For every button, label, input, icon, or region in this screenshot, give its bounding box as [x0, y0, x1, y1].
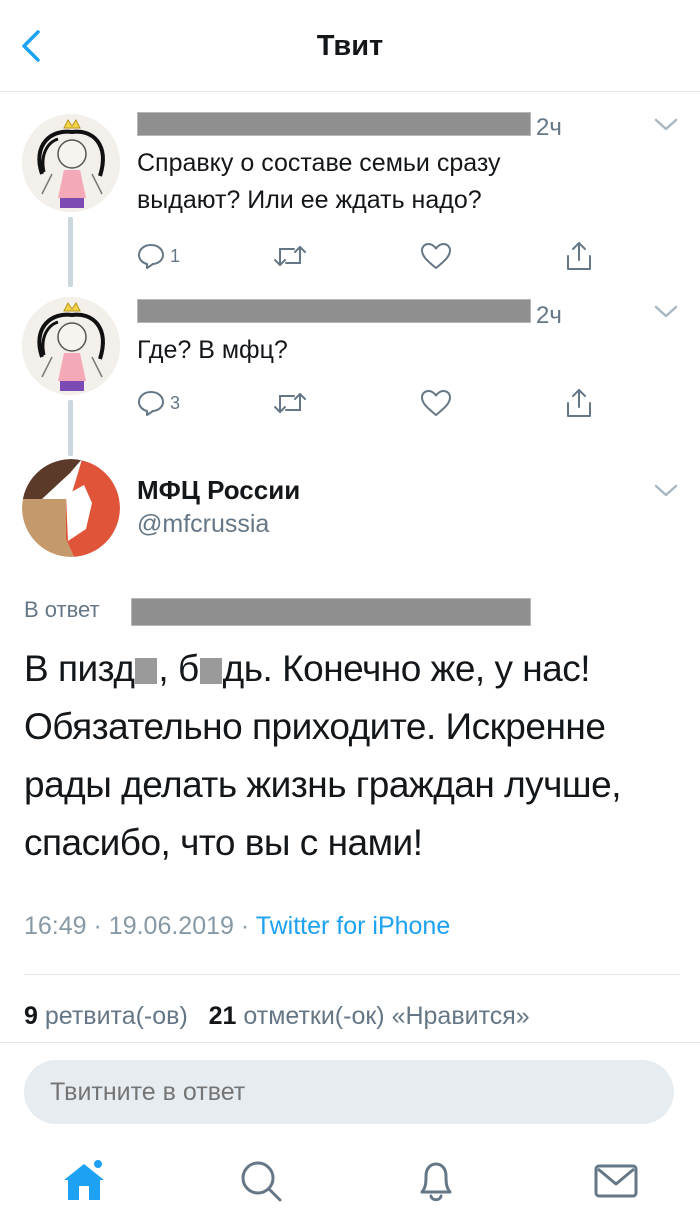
share-button[interactable] — [564, 236, 594, 276]
tweet-text-part: дь. Конечно же, у нас! — [222, 648, 591, 689]
like-button[interactable] — [420, 236, 452, 276]
thread-connector — [68, 400, 73, 456]
thread-connector — [68, 217, 73, 287]
tweet-time: 2ч — [536, 302, 562, 329]
tweet-date: 19.06.2019 — [108, 912, 234, 940]
tweet-text: В пизд , б дь. Конечно же, у нас! Обязател… — [24, 640, 684, 872]
divider — [0, 1042, 700, 1043]
user-handle[interactable]: @mfcrussia — [137, 510, 269, 539]
retweet-icon — [274, 246, 306, 266]
likes-label: отметки(-ок) «Нравится» — [243, 1002, 530, 1030]
tweet-time: 2ч — [536, 114, 562, 141]
reply-icon — [138, 244, 164, 269]
tweet-meta: 16:49 · 19.06.2019 · Twitter for iPhone — [24, 912, 450, 941]
tweet-text-part: В пизд — [24, 648, 135, 689]
top-bar: Твит — [0, 0, 700, 92]
tweet-time: 16:49 — [24, 912, 87, 940]
chevron-down-icon[interactable] — [652, 482, 680, 500]
reply-compose[interactable] — [24, 1060, 674, 1124]
tweet-actions: 1 — [136, 236, 606, 276]
redacted-username — [137, 299, 531, 323]
reply-button[interactable]: 1 — [136, 236, 180, 276]
retweets-count: 9 — [24, 1002, 38, 1030]
share-icon — [567, 242, 591, 270]
reply-count: 3 — [170, 392, 181, 413]
mfc-logo-icon — [22, 459, 120, 557]
tweet-text-part: , б — [158, 648, 199, 689]
likes-stat[interactable]: 21 отметки(-ок) «Нравится» — [209, 1002, 530, 1030]
redacted-username — [137, 112, 531, 136]
thread-tweet-1[interactable]: 2ч Справку о составе семьи сразу выдают?… — [0, 92, 700, 287]
org-avatar[interactable] — [22, 459, 120, 557]
censor-block — [199, 658, 222, 685]
client-link[interactable]: Twitter for iPhone — [256, 912, 451, 940]
tweet-actions: 3 — [136, 383, 606, 423]
heart-icon — [421, 243, 451, 269]
redacted-username[interactable] — [131, 598, 531, 626]
censor-block — [135, 658, 158, 685]
reply-button[interactable]: 3 — [136, 383, 180, 423]
reply-input[interactable] — [24, 1060, 674, 1124]
home-icon[interactable] — [60, 1156, 108, 1206]
search-icon[interactable] — [236, 1156, 284, 1206]
thread-tweet-2[interactable]: 2ч Где? В мфц? 3 — [0, 282, 700, 462]
avatar[interactable] — [22, 114, 120, 212]
replying-to-label: В ответ — [24, 597, 100, 622]
retweet-button[interactable] — [272, 383, 308, 423]
tweet-text: Справку о составе семьи сразу выдают? Ил… — [137, 149, 501, 214]
messages-icon[interactable] — [592, 1156, 640, 1206]
retweets-stat[interactable]: 9 ретвита(-ов) — [24, 1002, 188, 1030]
share-button[interactable] — [564, 383, 594, 423]
display-name[interactable]: МФЦ России — [137, 475, 300, 506]
likes-count: 21 — [208, 1002, 237, 1030]
tweet-stats: 9 ретвита(-ов) 21 отметки(-ок) «Нравится… — [24, 1002, 530, 1031]
retweet-button[interactable] — [272, 236, 308, 276]
avatar[interactable] — [22, 297, 120, 395]
reply-icon — [138, 391, 164, 416]
tab-bar — [0, 1130, 700, 1230]
like-button[interactable] — [420, 383, 452, 423]
tweet-text: Где? В мфц? — [137, 336, 288, 364]
tweet-text-part: Обязательно приходите. Искренне рады дел… — [24, 706, 621, 863]
notifications-icon[interactable] — [412, 1156, 460, 1206]
divider — [24, 974, 680, 975]
retweets-label: ретвита(-ов) — [44, 1002, 188, 1030]
page-title: Твит — [316, 30, 384, 62]
chevron-down-icon[interactable] — [652, 116, 680, 134]
meta-separator: · — [93, 912, 102, 940]
retweet-icon — [274, 393, 306, 413]
chevron-down-icon[interactable] — [652, 303, 680, 321]
heart-icon — [421, 390, 451, 416]
share-icon — [567, 389, 591, 417]
reply-count: 1 — [170, 245, 181, 266]
meta-separator: · — [240, 912, 250, 940]
